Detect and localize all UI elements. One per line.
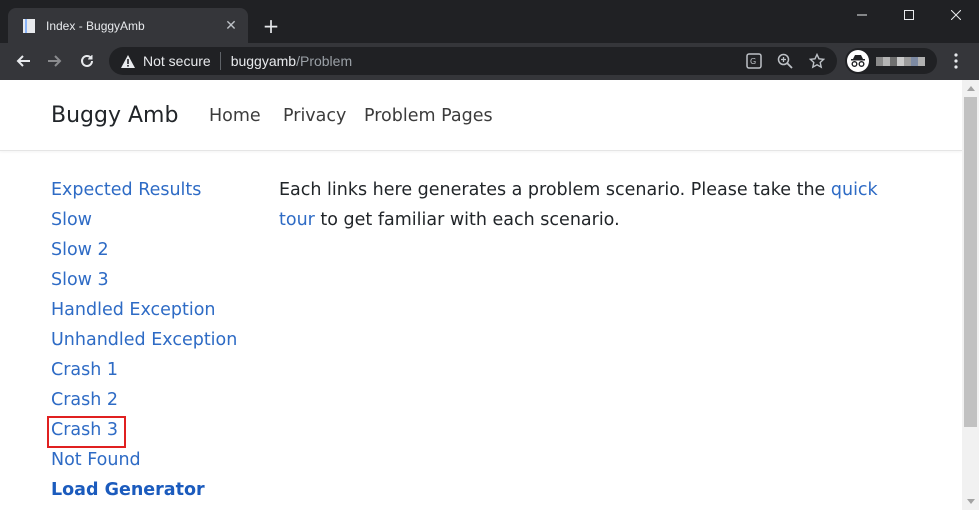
profile-name-pixelated bbox=[876, 56, 925, 66]
security-label[interactable]: Not secure bbox=[143, 53, 211, 69]
browser-titlebar: Index - BuggyAmb ✕ + bbox=[0, 0, 979, 43]
link-not-found[interactable]: Not Found bbox=[51, 445, 237, 475]
address-bar[interactable]: Not secure buggyamb/Problem G bbox=[109, 47, 837, 75]
vertical-scrollbar[interactable] bbox=[962, 80, 979, 510]
document-icon bbox=[21, 18, 37, 34]
problem-sidebar: Expected Results Slow Slow 2 Slow 3 Hand… bbox=[46, 175, 237, 505]
intro-paragraph: Each links here generates a problem scen… bbox=[279, 175, 899, 235]
omnibox-divider bbox=[219, 52, 221, 70]
scroll-up-icon[interactable] bbox=[962, 80, 979, 97]
nav-problem-pages[interactable]: Problem Pages bbox=[364, 106, 493, 126]
link-unhandled-exception[interactable]: Unhandled Exception bbox=[51, 325, 237, 355]
link-slow-3[interactable]: Slow 3 bbox=[51, 265, 237, 295]
nav-home[interactable]: Home bbox=[209, 106, 261, 126]
site-brand[interactable]: Buggy Amb bbox=[51, 103, 178, 128]
incognito-icon bbox=[847, 50, 869, 72]
warning-icon[interactable] bbox=[120, 53, 136, 69]
link-handled-exception[interactable]: Handled Exception bbox=[51, 295, 237, 325]
close-window-button[interactable] bbox=[933, 0, 979, 30]
back-arrow-icon[interactable] bbox=[10, 48, 36, 74]
minimize-button[interactable] bbox=[839, 0, 885, 30]
link-slow-2[interactable]: Slow 2 bbox=[51, 235, 237, 265]
tab-title: Index - BuggyAmb bbox=[46, 18, 145, 33]
url-host: buggyamb bbox=[230, 53, 297, 69]
link-crash-2[interactable]: Crash 2 bbox=[51, 385, 237, 415]
incognito-profile-button[interactable] bbox=[845, 48, 937, 74]
forward-arrow-icon[interactable] bbox=[42, 48, 68, 74]
maximize-button[interactable] bbox=[886, 0, 932, 30]
close-tab-icon[interactable]: ✕ bbox=[222, 17, 240, 35]
link-crash-3[interactable]: Crash 3 bbox=[46, 415, 237, 448]
star-icon[interactable] bbox=[808, 52, 826, 70]
new-tab-button[interactable]: + bbox=[259, 14, 283, 38]
svg-text:G: G bbox=[750, 57, 756, 66]
browser-toolbar: Not secure buggyamb/Problem G bbox=[0, 43, 979, 80]
link-load-generator[interactable]: Load Generator bbox=[51, 475, 237, 505]
nav-privacy[interactable]: Privacy bbox=[283, 106, 346, 126]
scrollbar-thumb[interactable] bbox=[964, 97, 977, 427]
more-menu-icon[interactable] bbox=[947, 52, 965, 70]
url-path: /Problem bbox=[296, 53, 353, 69]
translate-icon[interactable]: G bbox=[745, 52, 763, 70]
scroll-down-icon[interactable] bbox=[962, 493, 979, 510]
link-slow[interactable]: Slow bbox=[51, 205, 237, 235]
intro-text-after: to get familiar with each scenario. bbox=[314, 210, 620, 230]
link-expected-results[interactable]: Expected Results bbox=[51, 175, 237, 205]
browser-tab[interactable]: Index - BuggyAmb ✕ bbox=[8, 8, 248, 43]
site-navbar: Buggy Amb Home Privacy Problem Pages bbox=[0, 80, 962, 151]
link-crash-1[interactable]: Crash 1 bbox=[51, 355, 237, 385]
reload-icon[interactable] bbox=[74, 48, 100, 74]
zoom-icon[interactable] bbox=[776, 52, 794, 70]
intro-text-before: Each links here generates a problem scen… bbox=[279, 180, 831, 200]
page-viewport: Buggy Amb Home Privacy Problem Pages Exp… bbox=[0, 80, 962, 510]
